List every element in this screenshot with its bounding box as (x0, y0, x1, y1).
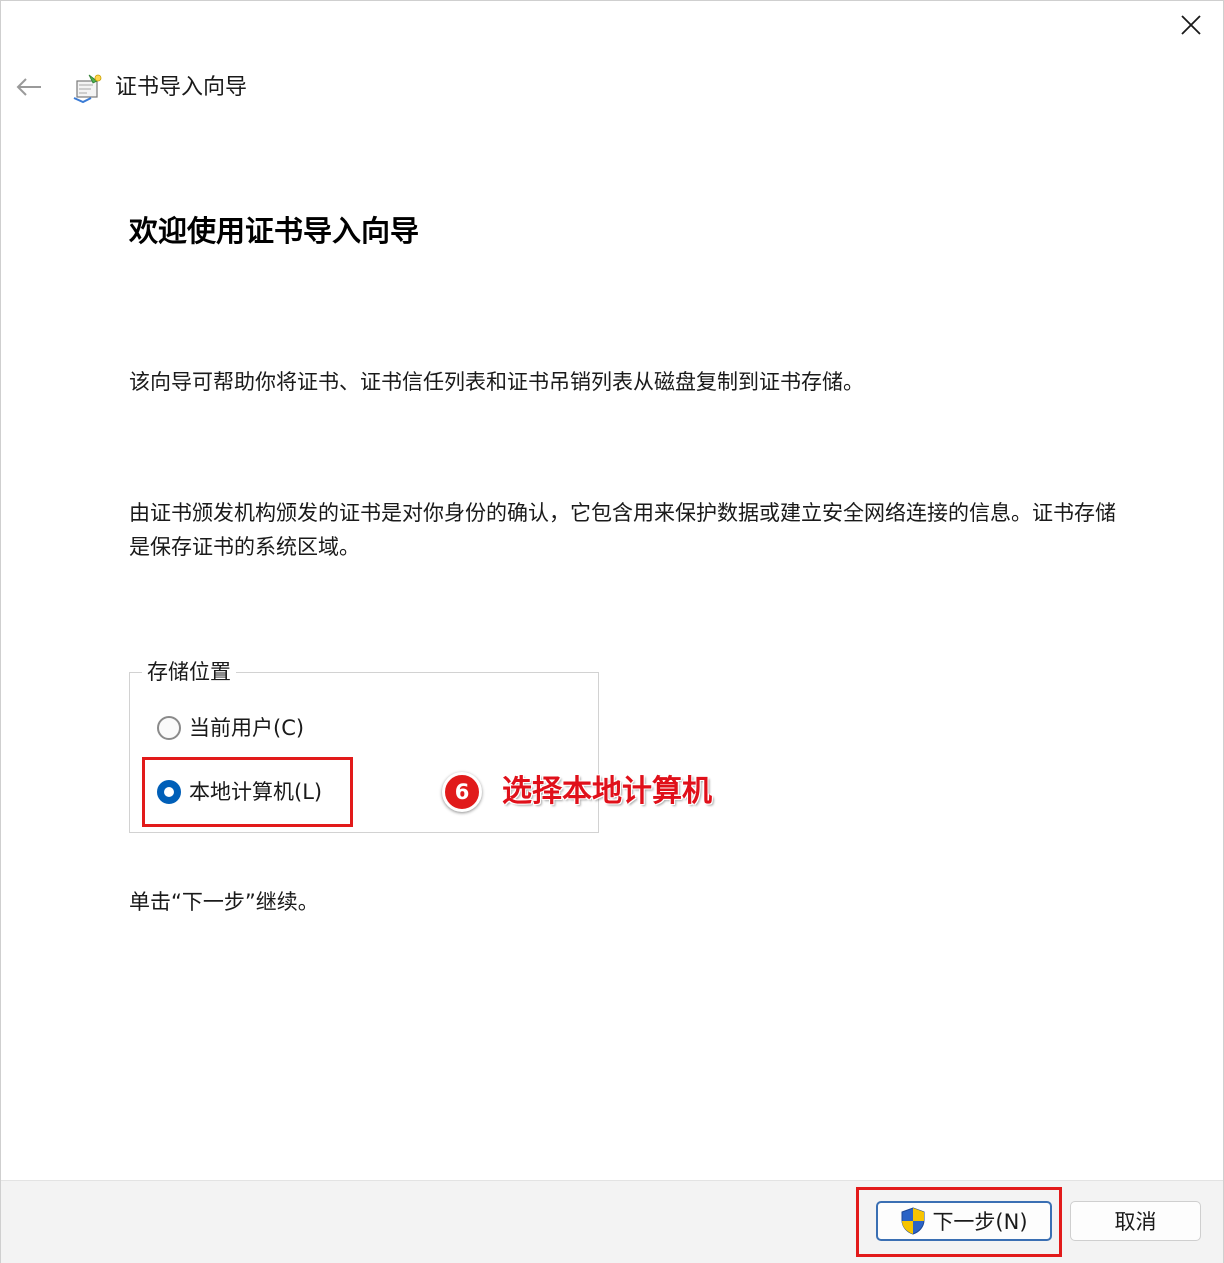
back-button[interactable] (9, 67, 49, 107)
radio-button-current-user[interactable] (157, 716, 181, 740)
cancel-button-label: 取消 (1114, 1210, 1157, 1234)
radio-current-user[interactable]: 当前用户(C) (157, 711, 304, 745)
radio-label-current-user: 当前用户(C) (189, 716, 305, 740)
certificate-import-wizard-window: 证书导入向导 欢迎使用证书导入向导 该向导可帮助你将证书、证书信任列表和证书吊销… (0, 0, 1224, 1263)
highlight-box-next (856, 1187, 1062, 1257)
page-title: 欢迎使用证书导入向导 (129, 214, 420, 248)
store-location-legend: 存储位置 (142, 656, 236, 688)
highlight-box-local-machine (142, 757, 353, 827)
arrow-left-icon (16, 78, 41, 96)
description-text: 由证书颁发机构颁发的证书是对你身份的确认，它包含用来保护数据或建立安全网络连接的… (129, 501, 1116, 559)
cancel-button[interactable]: 取消 (1070, 1201, 1201, 1241)
continue-hint: 单击“下一步”继续。 (129, 890, 319, 914)
annotation-text: 选择本地计算机 (502, 774, 712, 809)
step-number-badge: 6 (442, 772, 482, 812)
close-button[interactable] (1163, 3, 1219, 47)
close-icon (1181, 15, 1201, 35)
window-title: 证书导入向导 (115, 75, 248, 100)
intro-text: 该向导可帮助你将证书、证书信任列表和证书吊销列表从磁盘复制到证书存储。 (129, 370, 864, 394)
certificate-wizard-icon (73, 74, 102, 104)
